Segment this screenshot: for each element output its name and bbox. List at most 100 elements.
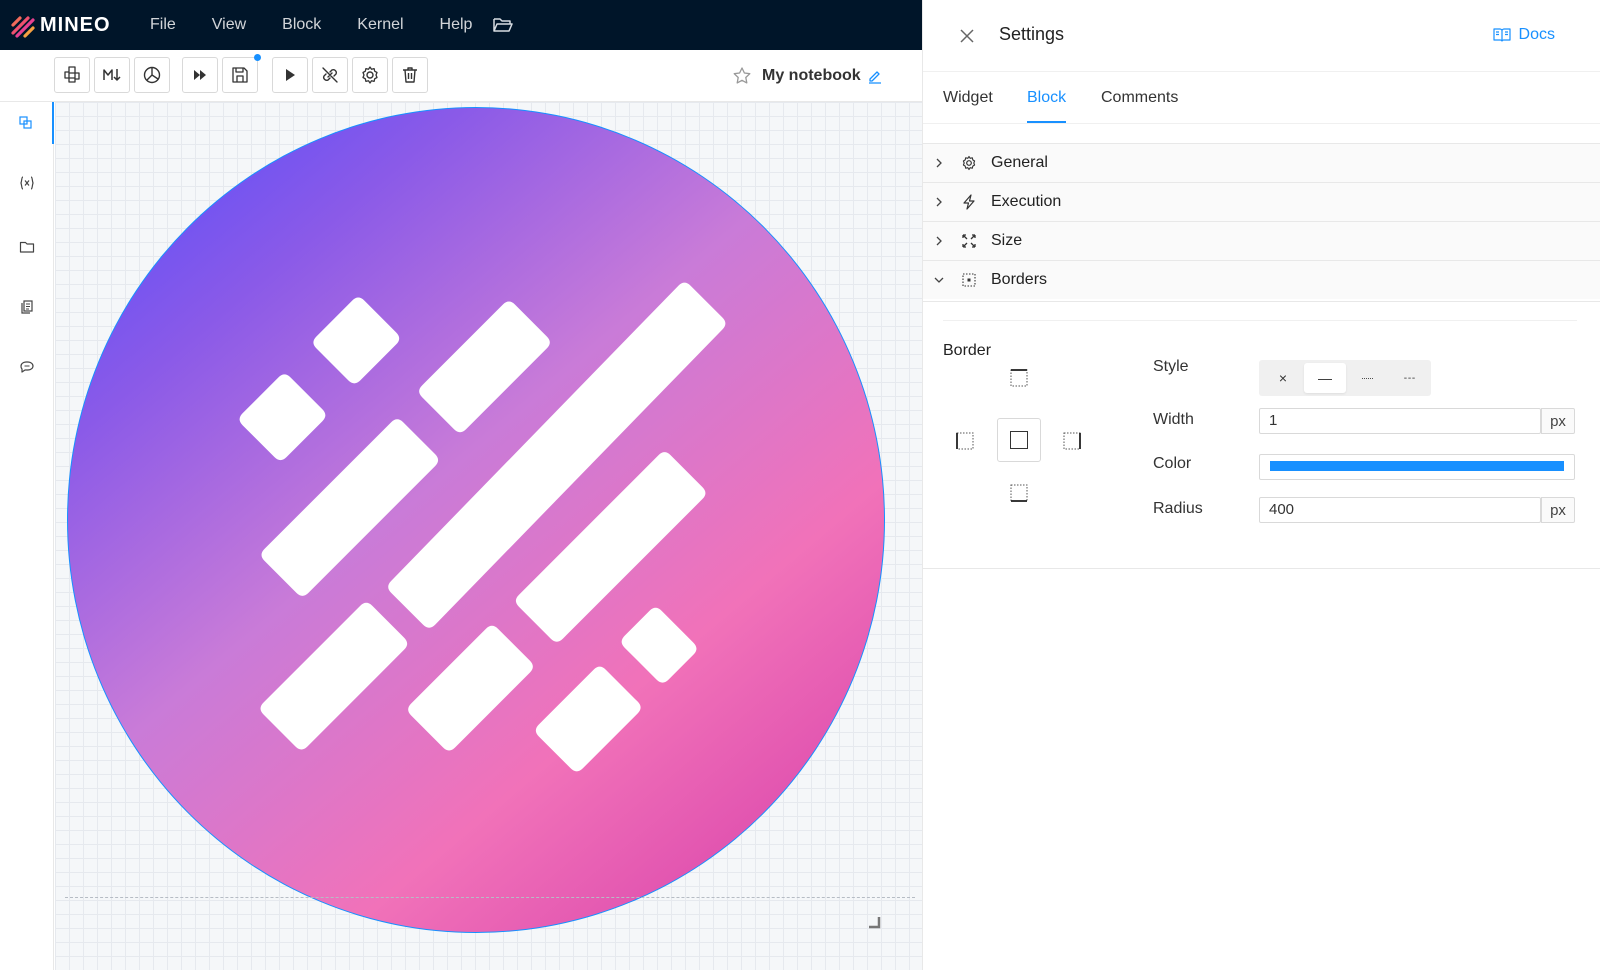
radius-label: Radius xyxy=(1153,500,1203,517)
mineo-logo-artwork xyxy=(239,282,726,772)
style-dotted-option[interactable]: ······ xyxy=(1346,363,1388,393)
panel-borders[interactable]: Borders xyxy=(923,260,1600,299)
border-icon xyxy=(962,273,976,287)
fast-forward-icon xyxy=(194,70,206,80)
sidebar-item-blocks[interactable] xyxy=(0,102,54,144)
unsaved-indicator xyxy=(254,54,261,61)
settings-panel: Settings Docs Widget Block Comments Gene… xyxy=(922,0,1600,970)
border-section-label: Border xyxy=(943,342,992,359)
logo-text: MINEO xyxy=(40,13,111,36)
border-left-button[interactable] xyxy=(954,430,976,452)
color-label: Color xyxy=(1153,455,1192,472)
chevron-down-icon xyxy=(934,277,944,283)
panel-execution[interactable]: Execution xyxy=(923,182,1600,221)
top-menu-bar: MINEO File View Block Kernel Help xyxy=(0,0,922,50)
border-all-icon xyxy=(1010,431,1028,449)
style-solid-option[interactable]: — xyxy=(1304,363,1346,393)
width-label: Width xyxy=(1153,411,1194,428)
docs-label: Docs xyxy=(1518,26,1555,43)
style-dashed-option[interactable]: - - - xyxy=(1388,363,1430,393)
run-block-button[interactable] xyxy=(272,57,308,93)
star-icon[interactable] xyxy=(732,66,752,86)
save-button[interactable] xyxy=(222,54,261,93)
menu-kernel[interactable]: Kernel xyxy=(339,0,421,50)
tab-block[interactable]: Block xyxy=(1027,89,1067,123)
block-settings-button[interactable] xyxy=(352,57,388,93)
notebook-title: My notebook xyxy=(762,67,861,84)
expand-icon xyxy=(962,234,976,248)
menu-block[interactable]: Block xyxy=(264,0,339,50)
tab-comments[interactable]: Comments xyxy=(1101,89,1178,123)
notebook-canvas[interactable] xyxy=(55,102,922,970)
radius-unit: px xyxy=(1541,497,1575,523)
menu-view[interactable]: View xyxy=(194,0,264,50)
panel-size-label: Size xyxy=(991,232,1023,249)
play-icon xyxy=(286,69,295,81)
sidebar-item-files[interactable] xyxy=(0,226,54,268)
chevron-right-icon xyxy=(936,236,942,246)
chevron-right-icon xyxy=(936,197,942,207)
add-chart-block-button[interactable] xyxy=(134,57,170,93)
border-radius-input[interactable]: 400 xyxy=(1259,497,1541,523)
edit-icon[interactable] xyxy=(867,68,883,84)
pie-chart-icon xyxy=(143,66,161,84)
sidebar-item-comments[interactable] xyxy=(0,346,54,388)
color-swatch xyxy=(1270,461,1564,471)
page-fold-line xyxy=(65,897,915,898)
border-top-icon xyxy=(1010,369,1028,387)
app-logo[interactable]: MINEO xyxy=(10,12,138,38)
panel-size[interactable]: Size xyxy=(923,221,1600,260)
add-markdown-block-button[interactable] xyxy=(94,57,130,93)
docs-link[interactable]: Docs xyxy=(1492,26,1555,44)
gear-icon xyxy=(962,155,976,171)
comments-icon xyxy=(20,361,34,373)
tab-widget[interactable]: Widget xyxy=(943,89,993,123)
border-width-input[interactable]: 1 xyxy=(1259,408,1541,434)
menu-help[interactable]: Help xyxy=(422,0,491,50)
borders-panel-body: Border Style × — ······ - - - Width 1 px… xyxy=(923,301,1600,569)
panel-execution-label: Execution xyxy=(991,193,1062,210)
mineo-logo-icon xyxy=(11,16,35,38)
markdown-icon xyxy=(103,69,121,81)
sidebar-item-snippets[interactable] xyxy=(0,286,54,328)
border-left-icon xyxy=(956,432,974,450)
border-right-button[interactable] xyxy=(1061,430,1083,452)
style-label: Style xyxy=(1153,358,1189,375)
book-icon xyxy=(1492,28,1511,42)
width-unit: px xyxy=(1541,408,1575,434)
variables-icon xyxy=(20,176,34,190)
divider xyxy=(943,320,1577,321)
menu-file[interactable]: File xyxy=(138,0,194,50)
open-folder-icon[interactable] xyxy=(492,14,514,36)
close-icon[interactable] xyxy=(957,26,977,46)
run-all-button[interactable] xyxy=(182,57,218,93)
settings-header: Settings Docs xyxy=(923,0,1600,72)
add-python-block-button[interactable] xyxy=(54,57,90,93)
border-top-button[interactable] xyxy=(1008,367,1030,389)
border-bottom-button[interactable] xyxy=(1008,482,1030,504)
lightning-icon xyxy=(963,194,975,210)
delete-block-button[interactable] xyxy=(392,57,428,93)
style-none-option[interactable]: × xyxy=(1262,363,1304,393)
selected-image-block[interactable] xyxy=(67,107,885,933)
folder-icon xyxy=(19,241,35,253)
panel-general-label: General xyxy=(991,154,1048,171)
sidebar-item-variables[interactable] xyxy=(0,162,54,204)
border-color-picker[interactable] xyxy=(1259,454,1575,480)
notebook-title-area: My notebook xyxy=(732,63,883,89)
left-sidebar xyxy=(0,102,54,970)
block-toolbar: My notebook xyxy=(0,50,922,102)
save-icon xyxy=(232,67,248,83)
resize-handle-icon[interactable] xyxy=(867,915,881,929)
python-icon xyxy=(64,66,80,83)
gear-icon xyxy=(362,66,378,84)
disconnect-icon xyxy=(322,67,338,83)
border-right-icon xyxy=(1063,432,1081,450)
border-bottom-icon xyxy=(1010,484,1028,502)
border-all-button[interactable] xyxy=(997,418,1041,462)
panel-borders-label: Borders xyxy=(991,271,1048,288)
panel-general[interactable]: General xyxy=(923,143,1600,182)
chevron-right-icon xyxy=(936,158,942,168)
blocks-icon xyxy=(19,116,32,129)
stop-kernel-button[interactable] xyxy=(312,57,348,93)
